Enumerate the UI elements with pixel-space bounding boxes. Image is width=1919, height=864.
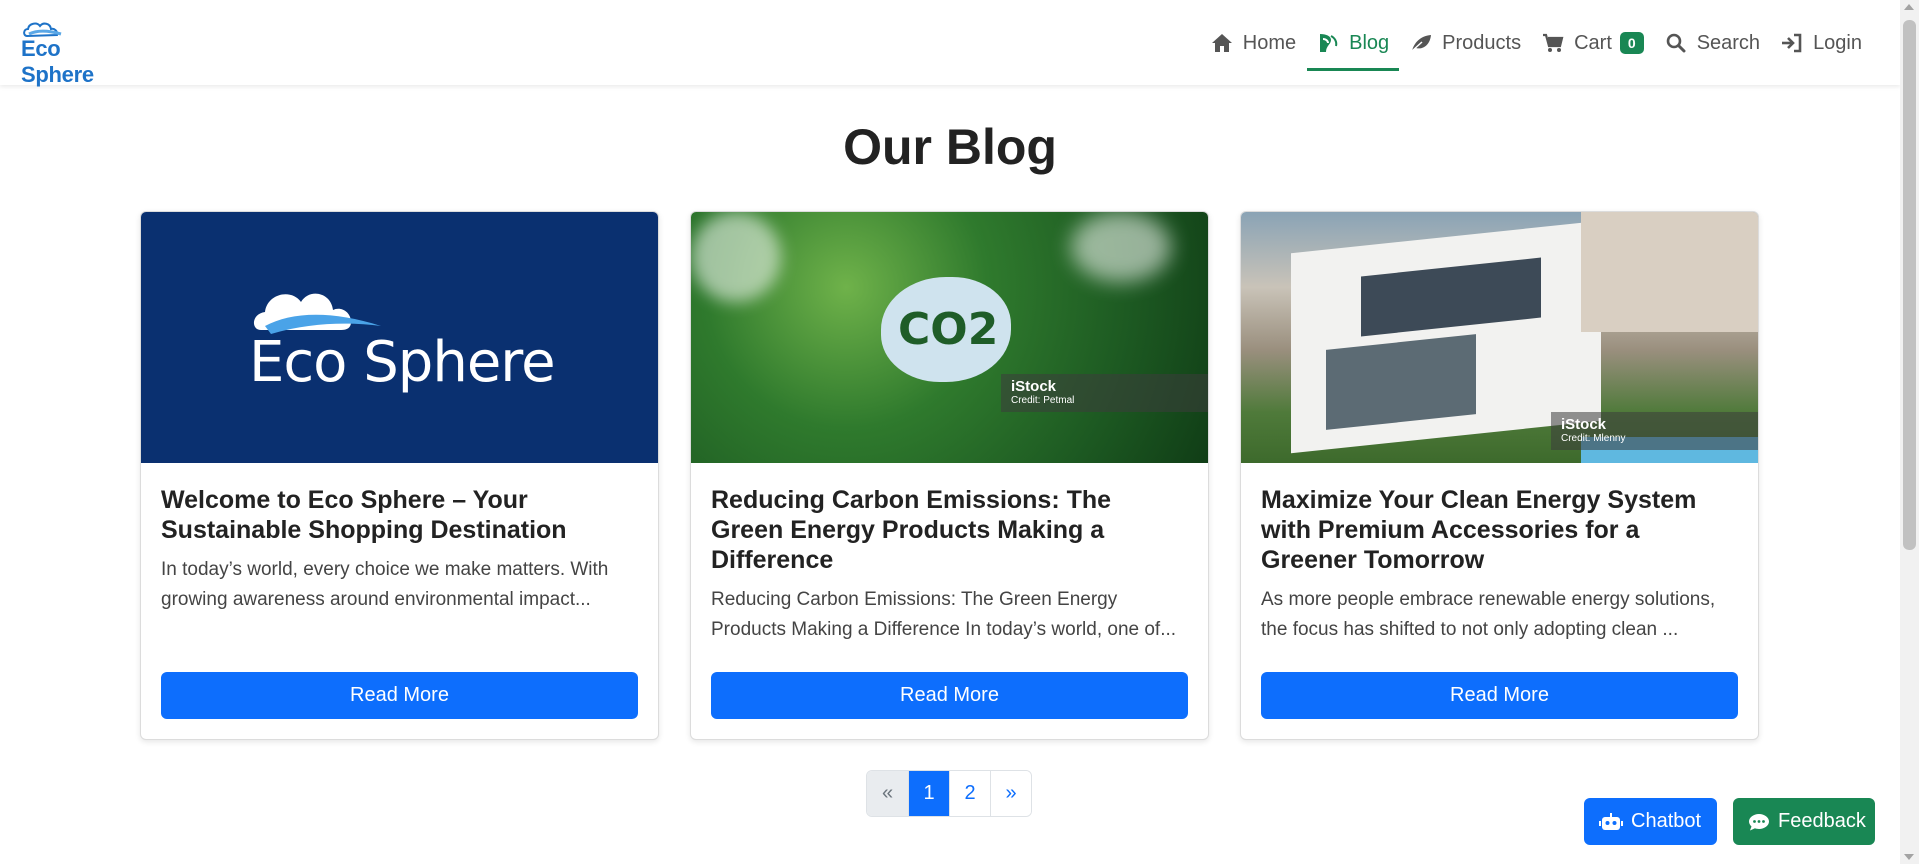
nav-home-label: Home xyxy=(1242,31,1297,54)
pagination-page-1[interactable]: 1 xyxy=(908,771,949,816)
pagination-prev[interactable]: « xyxy=(867,771,908,816)
blog-card-title[interactable]: Reducing Carbon Emissions: The Green Ene… xyxy=(711,485,1188,575)
leaf-icon xyxy=(1410,32,1432,54)
blog-card-list: Eco Sphere Welcome to Eco Sphere – Your … xyxy=(140,211,1760,740)
nav-search-label: Search xyxy=(1696,31,1761,54)
credit-text: Credit: Petmal xyxy=(1011,395,1075,406)
comment-dots-icon xyxy=(1748,812,1770,832)
nav-login[interactable]: Login xyxy=(1771,19,1872,67)
blog-card-title[interactable]: Welcome to Eco Sphere – Your Sustainable… xyxy=(161,485,638,545)
image-credit: iStock Credit: Mlenny xyxy=(1551,412,1758,450)
credit-brand: iStock xyxy=(1011,378,1057,395)
brand-logo[interactable]: Eco Sphere xyxy=(21,20,131,87)
read-more-button[interactable]: Read More xyxy=(1261,672,1738,719)
cart-count-badge: 0 xyxy=(1619,32,1644,54)
page-title: Our Blog xyxy=(843,119,1057,175)
blog-icon xyxy=(1317,32,1339,54)
nav-products[interactable]: Products xyxy=(1400,19,1531,67)
pagination: « 1 2 » xyxy=(866,770,1032,817)
chatbot-label: Chatbot xyxy=(1631,810,1702,832)
blog-card-excerpt: In today’s world, every choice we make m… xyxy=(161,559,609,610)
blog-card-image: Eco Sphere xyxy=(141,212,658,463)
credit-text: Credit: Mlenny xyxy=(1561,433,1626,444)
login-icon xyxy=(1781,32,1803,54)
pagination-page-2[interactable]: 2 xyxy=(949,771,990,816)
co2-text: CO2 xyxy=(898,304,999,355)
nav-cart[interactable]: Cart 0 xyxy=(1532,19,1654,67)
scroll-down-arrow-icon[interactable] xyxy=(1904,854,1914,860)
main-nav: Home Blog Products Cart 0 Search Login xyxy=(1200,19,1872,71)
blog-card-excerpt: Reducing Carbon Emissions: The Green Ene… xyxy=(711,589,1177,640)
credit-brand: iStock xyxy=(1561,416,1607,433)
blog-card: CO2 iStock Credit: Petmal Reducing Carbo… xyxy=(690,211,1209,740)
pagination-next[interactable]: » xyxy=(990,771,1031,816)
nav-cart-label: Cart xyxy=(1574,31,1612,54)
blog-card-image-logo-text: Eco Sphere xyxy=(249,330,556,395)
robot-icon xyxy=(1599,812,1623,832)
nav-blog-label: Blog xyxy=(1349,31,1390,54)
cloud-shape xyxy=(691,212,781,302)
blog-card: iStock Credit: Mlenny Maximize Your Clea… xyxy=(1240,211,1759,740)
nav-home[interactable]: Home xyxy=(1201,19,1306,67)
blog-card-image: iStock Credit: Mlenny xyxy=(1241,212,1758,463)
cloud-shape xyxy=(1071,212,1171,282)
nav-blog[interactable]: Blog xyxy=(1307,19,1400,71)
home-icon xyxy=(1211,32,1233,54)
cart-icon xyxy=(1542,32,1564,54)
image-credit: iStock Credit: Petmal xyxy=(1001,374,1208,412)
navbar: Eco Sphere Home Blog Products Cart 0 Sea… xyxy=(0,0,1900,87)
page-scrollbar[interactable] xyxy=(1900,0,1919,864)
scroll-up-arrow-icon[interactable] xyxy=(1904,4,1914,10)
blog-card-excerpt: As more people embrace renewable energy … xyxy=(1261,589,1716,640)
search-icon xyxy=(1665,32,1687,54)
feedback-button[interactable]: Feedback xyxy=(1733,798,1875,845)
read-more-button[interactable]: Read More xyxy=(711,672,1188,719)
feedback-label: Feedback xyxy=(1778,810,1866,832)
blog-card-title[interactable]: Maximize Your Clean Energy System with P… xyxy=(1261,485,1738,575)
scroll-thumb[interactable] xyxy=(1903,20,1916,550)
nav-search[interactable]: Search xyxy=(1655,19,1770,67)
nav-login-label: Login xyxy=(1813,31,1862,54)
chatbot-button[interactable]: Chatbot xyxy=(1584,798,1717,845)
nav-products-label: Products xyxy=(1442,31,1522,54)
window-shape xyxy=(1326,334,1476,430)
blog-card-image: CO2 iStock Credit: Petmal xyxy=(691,212,1208,463)
blog-card: Eco Sphere Welcome to Eco Sphere – Your … xyxy=(140,211,659,740)
read-more-button[interactable]: Read More xyxy=(161,672,638,719)
brand-name: Eco Sphere xyxy=(21,36,94,87)
cloud-logo-icon xyxy=(253,293,381,334)
house-shape xyxy=(1581,212,1758,332)
